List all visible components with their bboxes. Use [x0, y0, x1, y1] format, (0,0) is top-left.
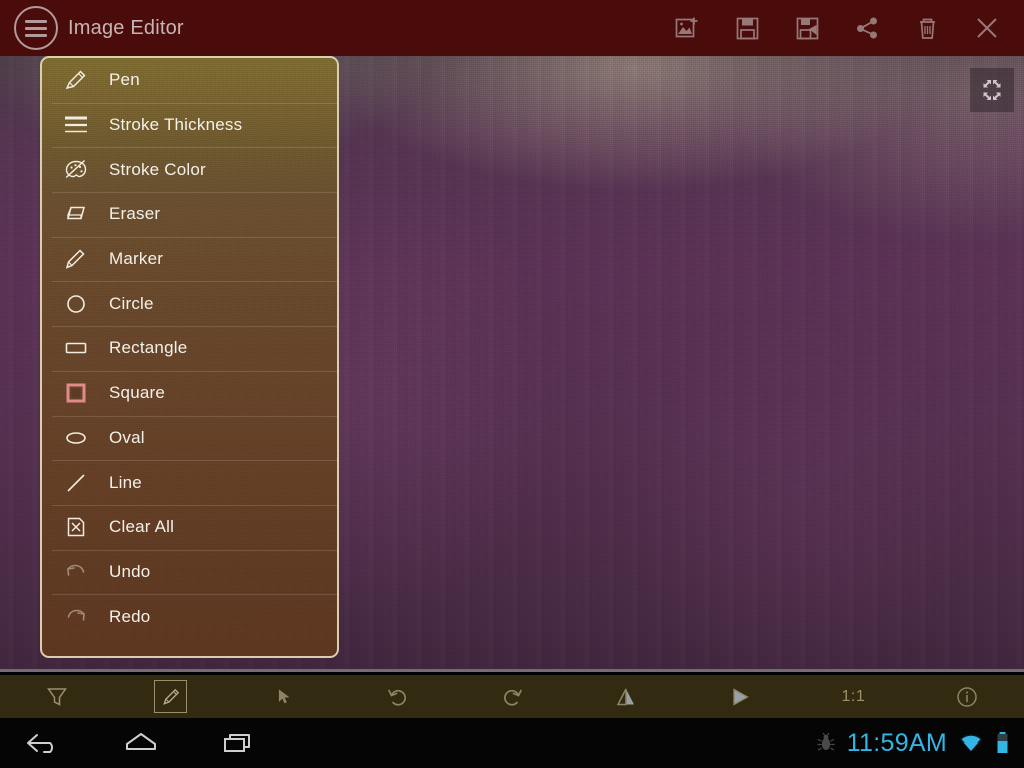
menu-item-line[interactable]: Line: [42, 460, 337, 505]
canvas-bottom-divider: [0, 669, 1024, 672]
tools-dropdown-menu[interactable]: Pen Stroke Thickness Stroke Color Eraser…: [40, 56, 339, 658]
status-clock: 11:59AM: [846, 728, 947, 757]
add-image-button[interactable]: [672, 13, 702, 43]
rotate-cw-icon: [496, 680, 529, 713]
bug-icon[interactable]: [816, 732, 836, 754]
oval-icon: [59, 423, 93, 453]
menu-item-label: Circle: [109, 293, 154, 313]
menu-item-label: Undo: [109, 561, 151, 581]
menu-item-label: Eraser: [109, 204, 161, 224]
flip-icon: [609, 680, 642, 713]
hamburger-line: [25, 19, 47, 23]
menu-item-square[interactable]: Square: [42, 370, 337, 416]
cursor-icon: [268, 680, 301, 713]
menu-item-eraser[interactable]: Eraser: [42, 192, 337, 237]
menu-item-label: Stroke Thickness: [109, 115, 243, 135]
info-button[interactable]: [910, 675, 1024, 718]
marker-icon: [59, 244, 93, 274]
menu-item-label: Oval: [109, 427, 145, 447]
draw-tool-button[interactable]: [114, 675, 228, 718]
title-bar: Image Editor: [0, 0, 1024, 56]
select-button[interactable]: [228, 675, 342, 718]
flip-button[interactable]: [569, 675, 683, 718]
menu-item-label: Clear All: [109, 517, 175, 537]
rotate-ccw-icon: [382, 680, 415, 713]
clear-all-icon: [59, 512, 93, 542]
menu-item-label: Redo: [109, 606, 151, 626]
eraser-icon: [59, 199, 93, 229]
share-button[interactable]: [852, 13, 882, 43]
menu-item-label: Square: [109, 383, 166, 403]
menu-item-label: Pen: [109, 70, 140, 90]
menu-item-rectangle[interactable]: Rectangle: [42, 326, 337, 371]
zoom-reset-button[interactable]: 1:1: [796, 675, 910, 718]
menu-item-circle[interactable]: Circle: [42, 281, 337, 326]
android-navigation-bar: 11:59AM: [0, 718, 1024, 768]
nav-back-button[interactable]: [22, 728, 64, 758]
menu-item-stroke-thickness[interactable]: Stroke Thickness: [42, 102, 337, 148]
wifi-icon[interactable]: [958, 732, 984, 754]
delete-button[interactable]: [912, 13, 942, 43]
page-title: Image Editor: [68, 16, 184, 39]
rotate-left-button[interactable]: [341, 675, 455, 718]
image-editor-app: Image Editor Pen Stroke Thickness Stroke…: [0, 0, 1024, 768]
rectangle-icon: [59, 333, 93, 363]
circle-icon: [59, 289, 93, 319]
menu-item-pen[interactable]: Pen: [42, 58, 337, 103]
info-icon: [951, 680, 984, 713]
menu-item-clear-all[interactable]: Clear All: [42, 504, 337, 550]
menu-item-label: Stroke Color: [109, 159, 206, 179]
palette-icon: [59, 155, 93, 185]
hamburger-line: [25, 33, 47, 37]
filter-button[interactable]: [0, 675, 114, 718]
rotate-right-button[interactable]: [455, 675, 569, 718]
redo-icon: [59, 602, 93, 632]
close-button[interactable]: [972, 13, 1002, 43]
bottom-tool-bar: 1:1: [0, 675, 1024, 718]
menu-item-label: Rectangle: [109, 338, 188, 358]
menu-item-oval[interactable]: Oval: [42, 415, 337, 461]
save-as-button[interactable]: [792, 13, 822, 43]
status-indicators: 11:59AM: [816, 729, 1024, 758]
menu-item-label: Marker: [109, 249, 164, 269]
hamburger-line: [25, 26, 47, 30]
menu-item-stroke-color[interactable]: Stroke Color: [42, 147, 337, 192]
fullscreen-expand-icon[interactable]: [970, 68, 1014, 112]
filter-icon: [40, 680, 73, 713]
menu-item-marker[interactable]: Marker: [42, 236, 337, 282]
tools-menu-list: Pen Stroke Thickness Stroke Color Eraser…: [42, 58, 337, 639]
undo-icon: [59, 557, 93, 587]
square-icon: [59, 378, 93, 408]
pencil-icon: [154, 680, 188, 713]
nav-buttons: [0, 728, 260, 758]
nav-home-button[interactable]: [120, 728, 162, 758]
pen-icon: [59, 65, 93, 95]
battery-icon[interactable]: [995, 731, 1010, 755]
lines-icon: [59, 110, 93, 140]
save-button[interactable]: [732, 13, 762, 43]
play-icon: [723, 680, 756, 713]
menu-item-undo[interactable]: Undo: [42, 549, 337, 595]
play-button[interactable]: [683, 675, 797, 718]
menu-item-label: Line: [109, 472, 142, 492]
hamburger-icon[interactable]: [14, 6, 58, 50]
zoom-level-label: 1:1: [841, 687, 866, 705]
title-bar-actions: [672, 13, 1024, 43]
menu-item-redo[interactable]: Redo: [42, 594, 337, 639]
line-icon: [59, 468, 93, 498]
nav-recents-button[interactable]: [218, 728, 260, 758]
